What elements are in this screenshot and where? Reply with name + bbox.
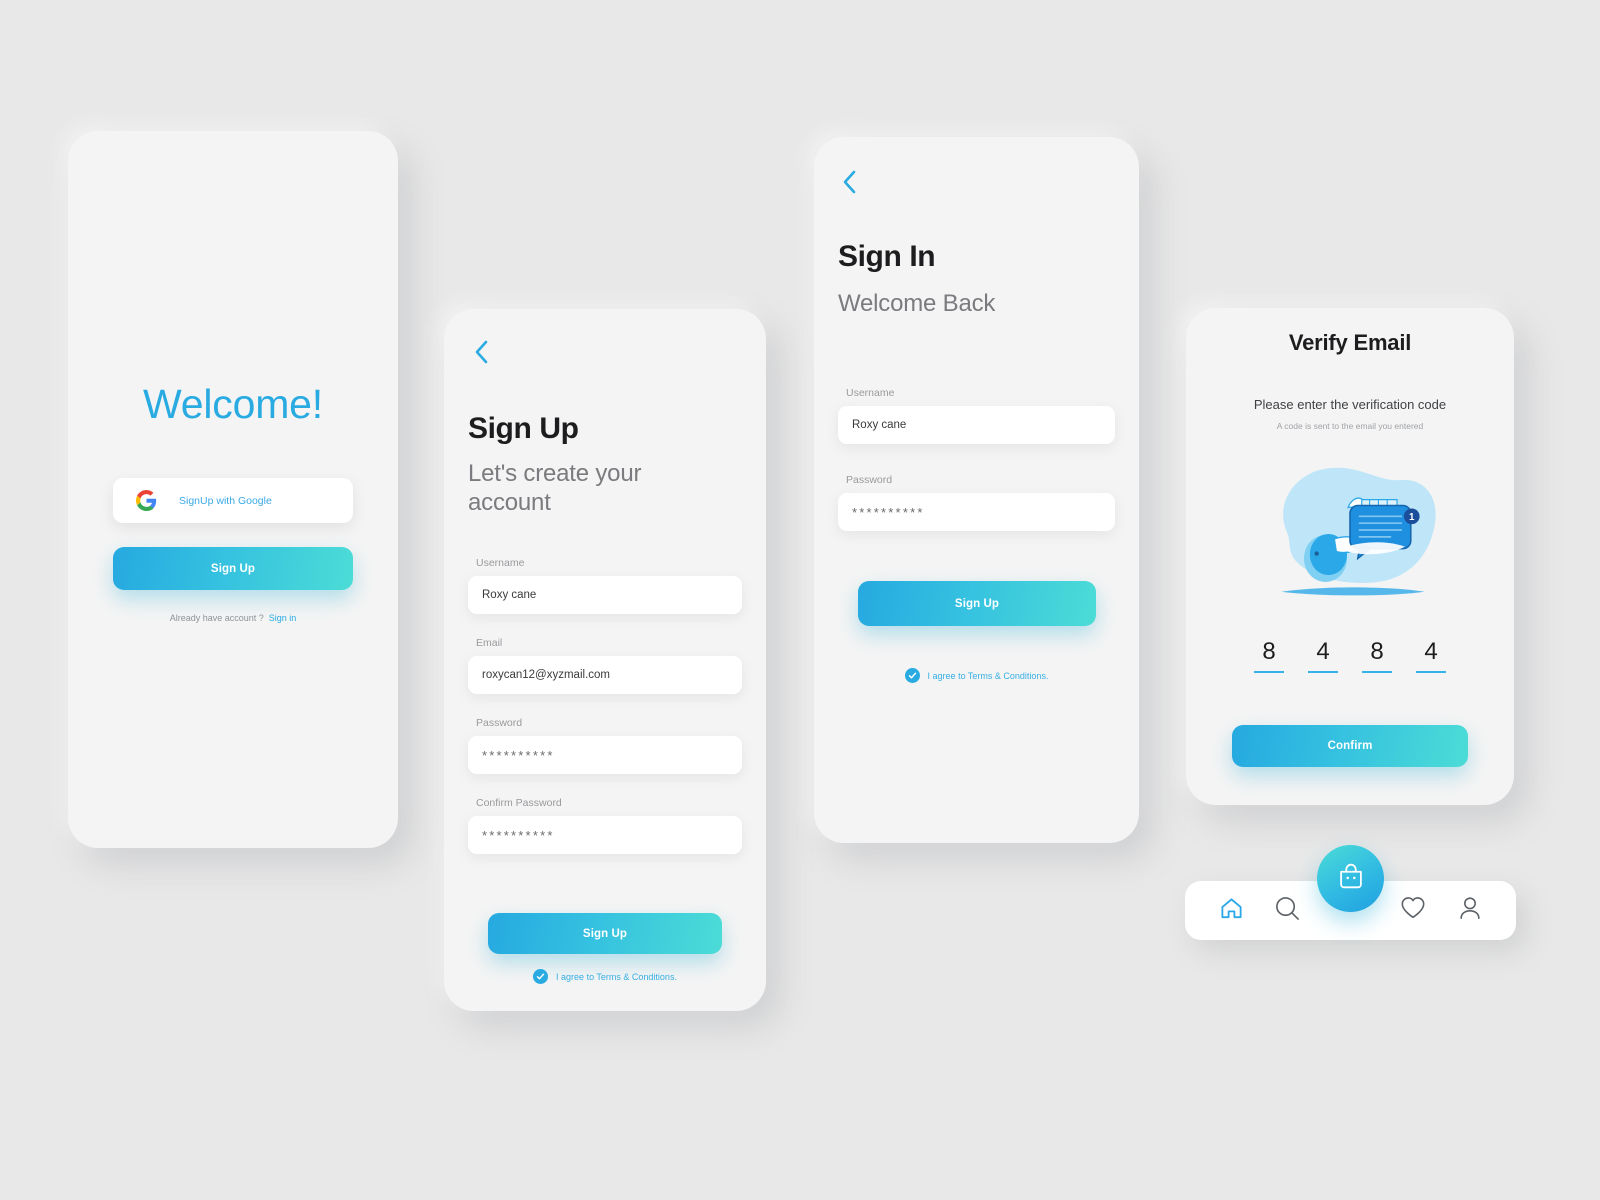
- signin-username-field: Username: [838, 387, 1115, 444]
- signin-username-label: Username: [846, 387, 895, 399]
- signup-username-input[interactable]: [468, 576, 742, 614]
- signup-confirm-password-label: Confirm Password: [476, 797, 562, 809]
- signup-email-label: Email: [476, 637, 503, 649]
- otp-input-row: 8 4 8 4: [1186, 638, 1514, 673]
- google-g-icon: [136, 490, 157, 511]
- signin-terms-row[interactable]: I agree to Terms & Conditions.: [814, 668, 1139, 683]
- signup-confirm-password-input[interactable]: [468, 816, 742, 854]
- terms-checkbox-checked-icon[interactable]: [904, 668, 920, 683]
- signup-submit-button[interactable]: Sign Up: [488, 913, 722, 954]
- otp-digit-1[interactable]: 8: [1254, 638, 1284, 673]
- confirm-button[interactable]: Confirm: [1232, 725, 1468, 767]
- signup-username-field: Username: [468, 557, 742, 614]
- svg-text:1: 1: [1409, 512, 1415, 523]
- already-have-account-text: Already have account ?: [169, 613, 264, 623]
- signup-terms-label[interactable]: I agree to Terms & Conditions.: [556, 972, 677, 982]
- verify-email-subtext: A code is sent to the email you entered: [1276, 421, 1424, 431]
- signup-password-label: Password: [476, 717, 523, 729]
- sign-in-link[interactable]: Sign in: [269, 613, 297, 623]
- home-icon: [1219, 896, 1244, 926]
- signup-subtitle: Let's create your account: [468, 460, 642, 517]
- chevron-left-icon: [842, 170, 857, 194]
- shopping-bag-icon: [1335, 860, 1367, 897]
- otp-digit-4[interactable]: 4: [1416, 638, 1446, 673]
- otp-digit-3[interactable]: 8: [1362, 638, 1392, 673]
- signup-username-label: Username: [476, 557, 525, 569]
- nav-item-favorites[interactable]: [1396, 894, 1430, 928]
- signin-submit-button[interactable]: Sign Up: [858, 581, 1096, 626]
- back-button[interactable]: [832, 165, 866, 199]
- welcome-signup-button[interactable]: Sign Up: [113, 547, 353, 590]
- otp-digit-2[interactable]: 4: [1308, 638, 1338, 673]
- already-have-account-row: Already have account ? Sign in: [68, 613, 398, 623]
- nav-item-home[interactable]: [1214, 894, 1248, 928]
- signin-password-label: Password: [846, 474, 893, 486]
- google-signup-button[interactable]: SignUp with Google: [113, 478, 353, 523]
- signin-title: Sign In: [838, 240, 936, 273]
- signup-title: Sign Up: [468, 412, 579, 445]
- nav-item-search[interactable]: [1271, 894, 1305, 928]
- signin-password-input[interactable]: [838, 493, 1115, 531]
- signup-password-field: Password: [468, 717, 742, 774]
- signup-email-field: Email: [468, 637, 742, 694]
- signin-password-field: Password: [838, 474, 1115, 531]
- signup-confirm-password-field: Confirm Password: [468, 797, 742, 854]
- signin-username-input[interactable]: [838, 406, 1115, 444]
- hand-holding-message-bubble-illustration: 1: [1252, 456, 1448, 606]
- signup-screen: Sign Up Let's create your account Userna…: [444, 309, 766, 1011]
- verify-email-lead: Please enter the verification code: [1253, 397, 1447, 412]
- back-button[interactable]: [464, 335, 498, 369]
- heart-icon: [1400, 895, 1426, 926]
- welcome-screen: Welcome! SignUp with Google Sign Up Alre…: [68, 131, 398, 848]
- nav-item-profile[interactable]: [1453, 894, 1487, 928]
- verify-email-title: Verify Email: [1288, 330, 1412, 355]
- google-signup-label: SignUp with Google: [179, 494, 272, 507]
- shopping-bag-fab-button[interactable]: [1317, 845, 1384, 912]
- signin-subtitle: Welcome Back: [838, 290, 996, 317]
- terms-checkbox-checked-icon[interactable]: [533, 969, 549, 984]
- welcome-title: Welcome!: [143, 381, 323, 427]
- verify-email-screen: Verify Email Please enter the verificati…: [1186, 308, 1514, 805]
- search-icon: [1274, 895, 1301, 927]
- signup-password-input[interactable]: [468, 736, 742, 774]
- mockup-canvas: Welcome! SignUp with Google Sign Up Alre…: [0, 0, 1600, 1200]
- signin-screen: Sign In Welcome Back Username Password S…: [814, 137, 1139, 843]
- signin-terms-label[interactable]: I agree to Terms & Conditions.: [928, 671, 1049, 681]
- signup-terms-row[interactable]: I agree to Terms & Conditions.: [444, 969, 766, 984]
- signup-email-input[interactable]: [468, 656, 742, 694]
- profile-icon: [1457, 895, 1483, 926]
- chevron-left-icon: [474, 340, 489, 364]
